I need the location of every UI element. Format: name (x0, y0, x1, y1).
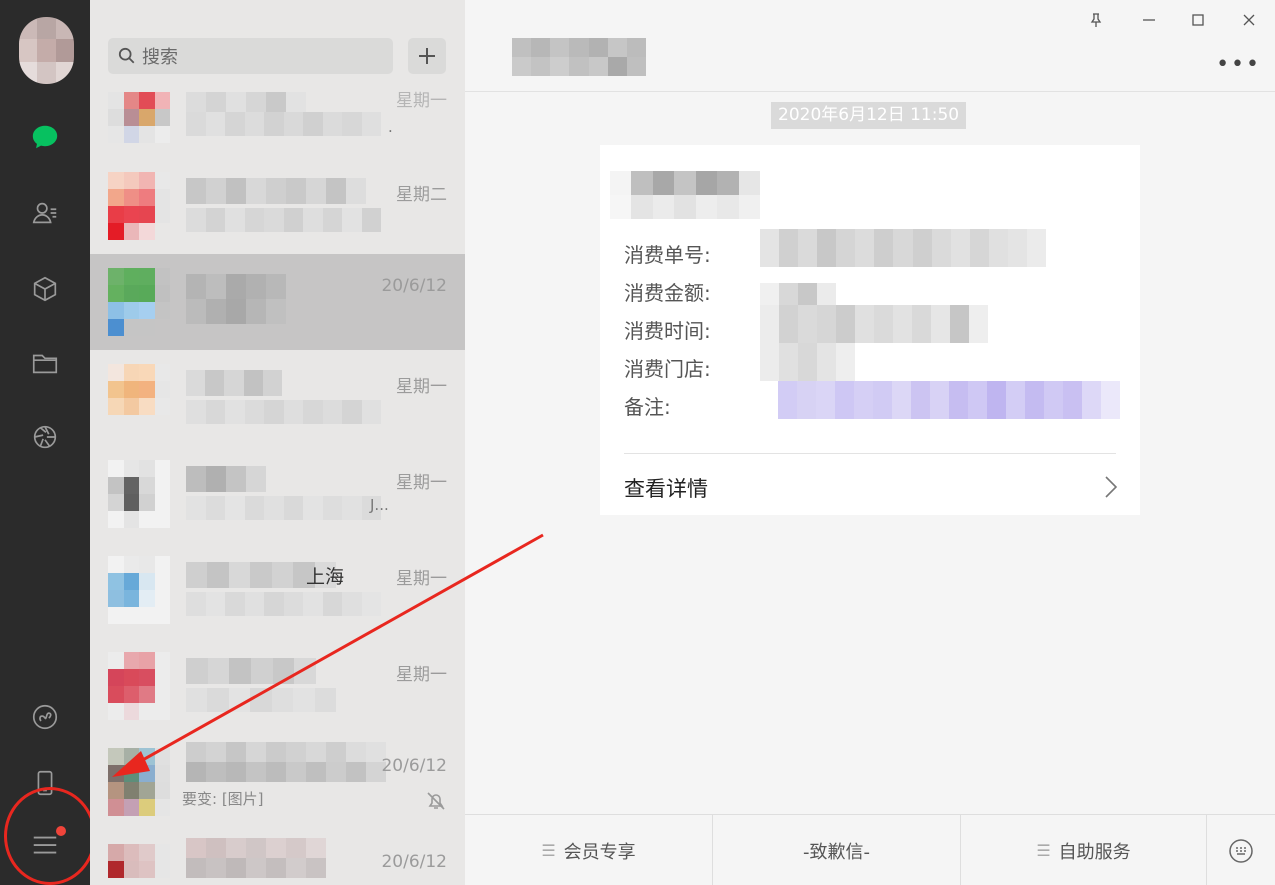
chat-avatar (108, 92, 170, 160)
menu-members-label: 会员专享 (563, 841, 636, 863)
nav-sidebar (0, 0, 96, 885)
field-label-time: 消费时间: (624, 319, 711, 343)
chat-trail: J... (370, 496, 389, 514)
menu-apology-label: -致歉信- (803, 841, 870, 863)
field-label-store: 消费门店: (624, 357, 711, 381)
chat-avatar (108, 652, 170, 720)
chat-avatar (108, 556, 170, 624)
chat-name-blur (186, 838, 326, 878)
chat-time: 星期一 (396, 665, 447, 685)
search-icon (118, 47, 135, 64)
close-button[interactable] (1237, 8, 1261, 32)
field-value-blur (760, 229, 1046, 267)
chat-snippet: 要变: [图片] (182, 790, 264, 808)
chat-message-blur (186, 400, 381, 424)
field-label-remark: 备注: (624, 395, 671, 419)
chat-item-selected[interactable]: 20/6/12 (90, 254, 465, 350)
chat-avatar (108, 748, 170, 816)
chat-avatar (108, 364, 170, 432)
chat-trail: . (388, 118, 393, 136)
minimize-button[interactable] (1137, 8, 1161, 32)
field-value-blur (778, 381, 1120, 419)
chat-item[interactable]: 星期一 J... (90, 446, 465, 542)
keyboard-toggle-button[interactable] (1207, 815, 1275, 885)
chat-avatar (108, 844, 170, 885)
chat-time: 20/6/12 (381, 276, 447, 296)
chat-trail: 上海 (306, 566, 345, 588)
maximize-button[interactable] (1186, 8, 1210, 32)
message-card[interactable]: 消费单号: 消费金额: 消费时间: 消费门店: 备注: 查看详情 (600, 145, 1140, 515)
menu-self-service-label: 自助服务 (1058, 841, 1131, 863)
field-value-blur (760, 343, 855, 381)
chat-name-blur (186, 658, 316, 684)
minimize-icon (1143, 19, 1155, 21)
favorites-box-icon[interactable] (26, 270, 64, 308)
chat-time: 星期一 (396, 569, 447, 589)
chat-time: 星期一 (396, 377, 447, 397)
chat-name-blur (186, 466, 266, 492)
chat-time: 星期一 (396, 91, 447, 111)
field-label-amount: 消费金额: (624, 281, 711, 305)
pin-button[interactable] (1084, 8, 1108, 32)
field-label-order-no: 消费单号: (624, 243, 711, 267)
chevron-right-icon (1105, 476, 1118, 498)
chat-time: 20/6/12 (381, 756, 447, 776)
notification-dot (56, 826, 66, 836)
maximize-icon (1192, 14, 1204, 26)
menu-list-icon: ☰ (541, 841, 556, 860)
pin-icon (1090, 13, 1102, 27)
user-avatar[interactable] (19, 17, 74, 84)
card-title-blur (610, 171, 760, 219)
moments-icon[interactable] (26, 418, 64, 456)
official-account-menu-bar: ☰ 会员专享 -致歉信- ☰ 自助服务 (465, 814, 1275, 885)
chat-name-blur (186, 742, 386, 782)
card-divider (624, 453, 1116, 454)
keyboard-icon (1229, 838, 1253, 863)
conversation-panel: ••• 2020年6月12日 11:50 消费单号: 消费金额: 消费时间: 消… (465, 0, 1275, 885)
search-box[interactable]: 搜索 (108, 38, 393, 74)
conversation-title-blur (512, 38, 646, 76)
chat-item[interactable]: 星期一 上海 (90, 542, 465, 638)
add-button[interactable] (408, 38, 446, 74)
more-options-button[interactable]: ••• (1216, 52, 1261, 77)
search-placeholder: 搜索 (142, 47, 178, 68)
chat-message-blur (186, 112, 381, 136)
chat-item[interactable]: 星期一 (90, 638, 465, 734)
phone-icon[interactable] (26, 764, 64, 802)
chat-message-blur (186, 688, 336, 712)
chat-message-blur (186, 496, 381, 520)
plus-icon (419, 48, 435, 64)
menu-self-service-button[interactable]: ☰ 自助服务 (961, 815, 1207, 885)
chat-list-panel: 搜索 星期一 . 星期二 20/6/12 星期一 星期一 J... 星期一 上海… (90, 0, 465, 885)
field-value-blur (760, 305, 988, 343)
chat-message-blur (186, 592, 381, 616)
conversation-header: ••• (465, 0, 1275, 92)
chat-name-blur (186, 178, 386, 204)
message-timestamp: 2020年6月12日 11:50 (771, 102, 967, 129)
chat-icon[interactable] (26, 118, 64, 156)
close-icon (1243, 14, 1255, 26)
chat-time: 星期一 (396, 473, 447, 493)
chat-avatar (108, 268, 170, 336)
mini-programs-icon[interactable] (26, 698, 64, 736)
menu-apology-button[interactable]: -致歉信- (713, 815, 961, 885)
chat-item[interactable]: 星期一 (90, 350, 465, 446)
chat-item[interactable]: 20/6/12 要变: [图片] (90, 734, 465, 830)
mute-bell-icon (427, 792, 445, 810)
chat-item[interactable]: 20/6/12 (90, 830, 465, 885)
chat-message-blur (186, 208, 381, 232)
chat-item[interactable]: 星期二 (90, 158, 465, 254)
chat-name-blur (186, 274, 286, 324)
contacts-icon[interactable] (26, 194, 64, 232)
chat-avatar (108, 172, 170, 240)
folder-icon[interactable] (26, 344, 64, 382)
chat-time: 星期二 (396, 185, 447, 205)
chat-time: 20/6/12 (381, 852, 447, 872)
chat-avatar (108, 460, 170, 528)
menu-members-button[interactable]: ☰ 会员专享 (465, 815, 713, 885)
menu-list-icon: ☰ (1036, 841, 1051, 860)
view-details-link[interactable]: 查看详情 (624, 473, 708, 503)
chat-name-blur (186, 370, 282, 396)
